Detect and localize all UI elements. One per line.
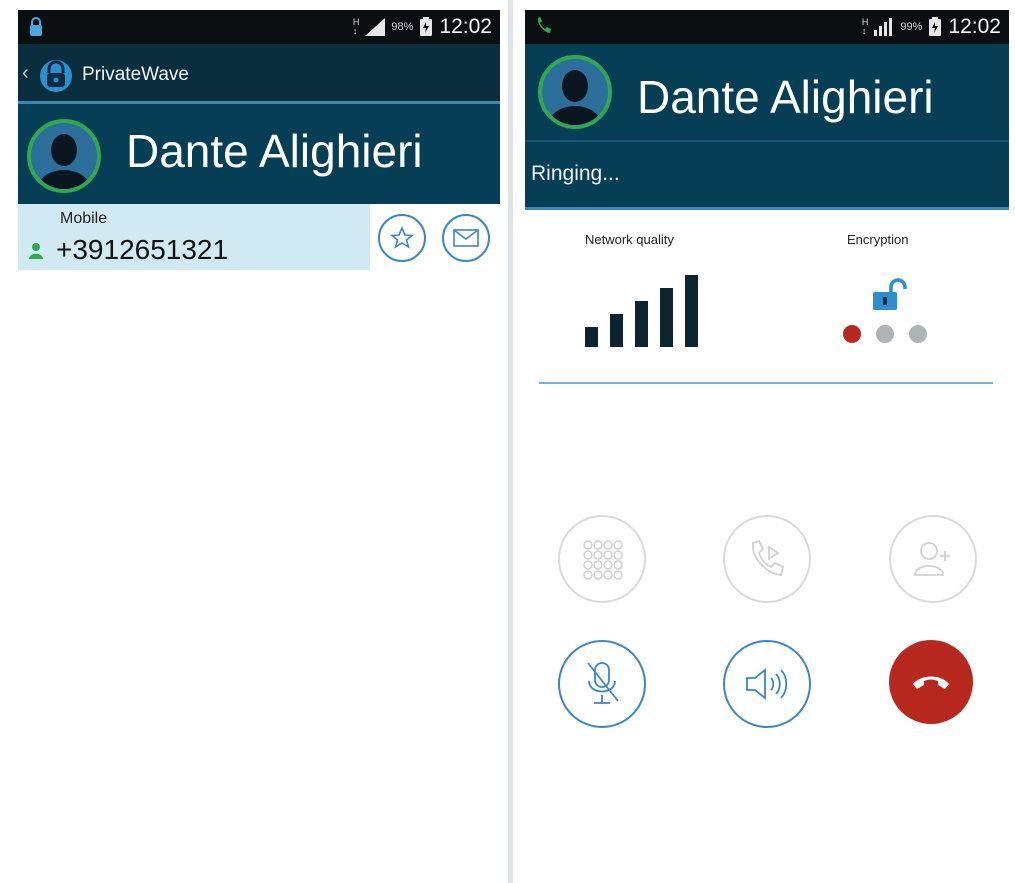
app-bar: ‹ PrivateWave <box>18 44 500 104</box>
network-quality-label: Network quality <box>585 232 674 247</box>
signal-icon <box>874 18 893 36</box>
battery-percent: 98% <box>391 21 414 33</box>
keypad-icon <box>583 540 623 580</box>
signal-bar <box>610 314 623 347</box>
network-type-icon: H ↕ <box>861 17 869 36</box>
battery-percent: 99% <box>900 21 923 33</box>
back-icon[interactable]: ‹ <box>22 62 29 85</box>
privatewave-logo-icon[interactable] <box>38 56 74 101</box>
envelope-icon <box>453 229 479 247</box>
end-call-button[interactable] <box>889 640 973 724</box>
person-avatar-icon <box>538 55 612 129</box>
phone-number: +3912651321 <box>56 234 229 265</box>
call-transfer-button[interactable] <box>723 515 811 603</box>
signal-bar <box>585 327 598 347</box>
person-avatar-icon <box>27 119 101 193</box>
contact-person-icon <box>28 242 44 265</box>
contact-detail-screen: H ↕ 98% 12:02 ‹ PrivateWave Dante Alighi… <box>0 0 508 883</box>
battery-icon <box>929 17 942 36</box>
status-bar: H ↕ 98% 12:02 <box>18 10 500 44</box>
microphone-muted-icon <box>587 662 619 704</box>
encryption-step-dot <box>909 325 927 343</box>
encryption-step-dot <box>843 325 861 343</box>
keypad-button[interactable] <box>558 515 646 603</box>
avatar <box>26 118 102 199</box>
hang-up-icon <box>913 676 949 689</box>
call-notification-icon <box>535 16 553 41</box>
phone-type-label: Mobile <box>60 210 108 227</box>
phone-number-row[interactable]: Mobile +3912651321 <box>18 204 370 270</box>
unlocked-padlock-icon <box>869 278 909 317</box>
call-screen: H ↕ 99% 12:02 Dante Alighieri Ringing... … <box>513 0 1015 883</box>
message-button[interactable] <box>442 214 490 262</box>
status-bar: H ↕ 99% 12:02 <box>525 10 1009 44</box>
network-type-icon: H ↕ <box>352 17 360 36</box>
divider-line <box>539 382 993 384</box>
call-header: Dante Alighieri Ringing... <box>525 44 1009 210</box>
phone-play-icon <box>752 539 785 576</box>
status-time: 12:02 <box>439 15 492 38</box>
battery-icon <box>420 17 433 36</box>
signal-icon <box>365 18 386 36</box>
encryption-step-dot <box>876 325 894 343</box>
app-title: PrivateWave <box>82 64 189 85</box>
status-time: 12:02 <box>948 15 1001 38</box>
call-status: Ringing... <box>531 162 620 185</box>
privatewave-notification-icon <box>28 16 44 43</box>
avatar <box>537 54 613 135</box>
mute-button[interactable] <box>558 640 646 728</box>
caller-name: Dante Alighieri <box>637 71 934 123</box>
favorite-button[interactable] <box>378 214 426 262</box>
signal-bar <box>635 301 648 347</box>
star-icon <box>390 226 414 249</box>
signal-bar <box>685 275 698 347</box>
add-person-icon <box>914 542 950 576</box>
contact-header: Dante Alighieri <box>18 104 500 204</box>
encryption-label: Encryption <box>847 232 909 247</box>
signal-bar <box>660 288 673 347</box>
contact-name: Dante Alighieri <box>126 125 423 177</box>
add-participant-button[interactable] <box>889 515 977 603</box>
network-quality-meter <box>585 275 709 347</box>
speaker-button[interactable] <box>723 640 811 728</box>
speaker-icon <box>746 668 788 700</box>
